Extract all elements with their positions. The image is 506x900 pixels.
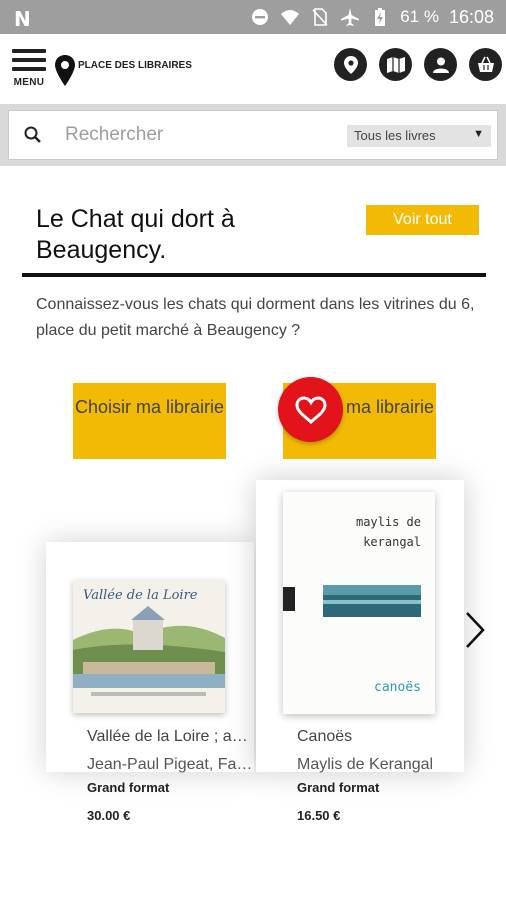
wifi-icon <box>281 10 300 25</box>
app-header: MENU PLACE DES LIBRAIRES <box>0 34 506 104</box>
basket-icon <box>477 56 494 72</box>
favorite-button[interactable] <box>278 377 343 442</box>
dropdown-arrow-icon: ▼ <box>473 128 484 140</box>
cart-button[interactable] <box>469 48 502 81</box>
airplane-mode-icon <box>341 8 360 26</box>
store-locator-button[interactable] <box>334 48 367 81</box>
status-bar: N 61 % 16:08 <box>0 0 506 34</box>
section-title: Le Chat qui dort à Beaugency. <box>36 205 235 264</box>
book-2-author: Maylis de Kerangal <box>297 756 434 773</box>
section-divider <box>22 273 486 277</box>
do-not-disturb-icon <box>252 9 269 25</box>
account-button[interactable] <box>424 48 457 81</box>
book-2-format: Grand format <box>297 780 380 795</box>
choose-bookstore-label: Choisir ma librairie <box>74 397 225 417</box>
battery-charging-icon <box>375 8 386 26</box>
book-cover-2[interactable]: maylis de kerangal canoës <box>283 492 435 714</box>
search-input[interactable]: Rechercher <box>65 124 163 146</box>
search-box: Rechercher Tous les livres ▼ <box>8 110 498 160</box>
user-icon <box>432 57 449 73</box>
cover-2-author: maylis de kerangal <box>355 515 421 549</box>
book-2-title[interactable]: Canoës <box>297 728 463 746</box>
cover-1-title: Vallée de la Loire <box>83 588 198 603</box>
menu-label: MENU <box>13 77 45 88</box>
search-icon[interactable] <box>23 125 43 145</box>
map-pin-icon <box>55 55 75 86</box>
heart-icon <box>294 395 327 424</box>
location-pin-icon <box>343 55 358 74</box>
search-bar: Rechercher Tous les livres ▼ <box>0 104 506 166</box>
clock: 16:08 <box>448 6 494 27</box>
cover-artwork <box>283 585 421 617</box>
book-1-author: Jean-Paul Pigeat, Fa… <box>87 756 253 773</box>
section-description: Connaissez-vous les chats qui dorment da… <box>36 296 475 339</box>
notification-icon: N <box>14 7 31 31</box>
book-cover-1[interactable]: Vallée de la Loire <box>73 580 225 713</box>
logo-text: PLACE DES LIBRAIRES <box>78 60 192 71</box>
logo[interactable]: PLACE DES LIBRAIRES <box>54 54 192 88</box>
chevron-right-icon[interactable] <box>464 610 486 650</box>
search-filter-value: Tous les livres <box>354 128 436 143</box>
no-sim-icon <box>312 8 328 26</box>
map-button[interactable] <box>379 48 412 81</box>
menu-button[interactable]: MENU <box>10 44 48 88</box>
map-icon <box>386 56 405 73</box>
choose-bookstore-button-1[interactable]: Choisir ma librairie <box>73 383 226 459</box>
book-1-format: Grand format <box>87 780 170 795</box>
search-filter-select[interactable]: Tous les livres ▼ <box>347 125 491 147</box>
see-all-button[interactable]: Voir tout <box>366 205 479 235</box>
book-1-title[interactable]: Vallée de la Loire ; a… <box>87 728 253 746</box>
battery-percent: 61 % <box>400 7 439 26</box>
book-1-price: 30.00 € <box>87 808 131 823</box>
menu-icon <box>12 49 46 53</box>
book-2-price: 16.50 € <box>297 808 341 823</box>
cover-2-title: canoës <box>374 680 421 695</box>
